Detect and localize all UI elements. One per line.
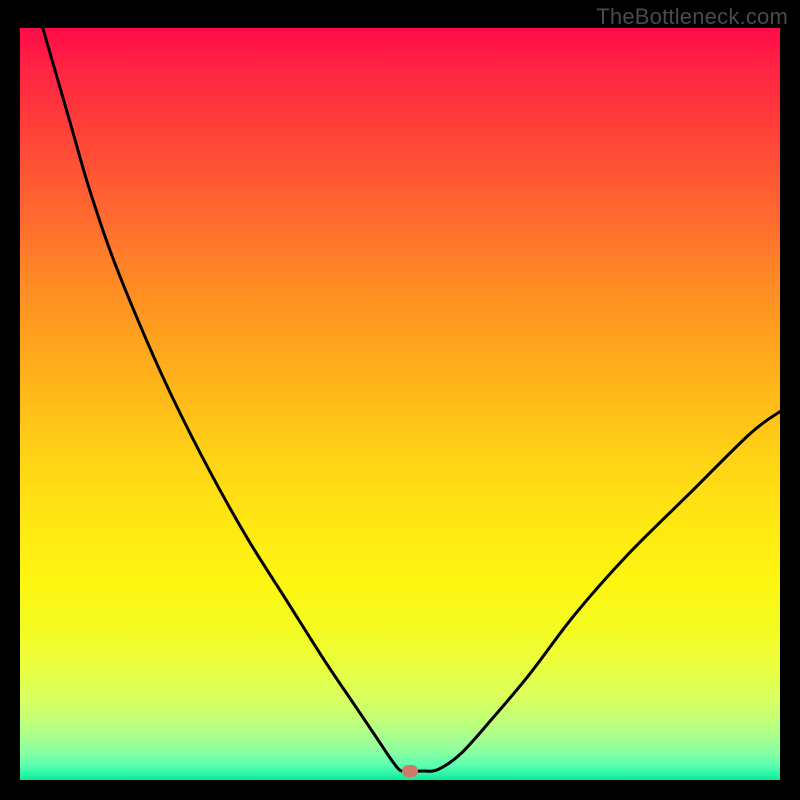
watermark-text: TheBottleneck.com — [596, 4, 788, 30]
chart-frame: TheBottleneck.com — [0, 0, 800, 800]
optimal-point-marker — [402, 765, 418, 777]
bottleneck-curve — [20, 28, 780, 780]
plot-area — [20, 28, 780, 780]
